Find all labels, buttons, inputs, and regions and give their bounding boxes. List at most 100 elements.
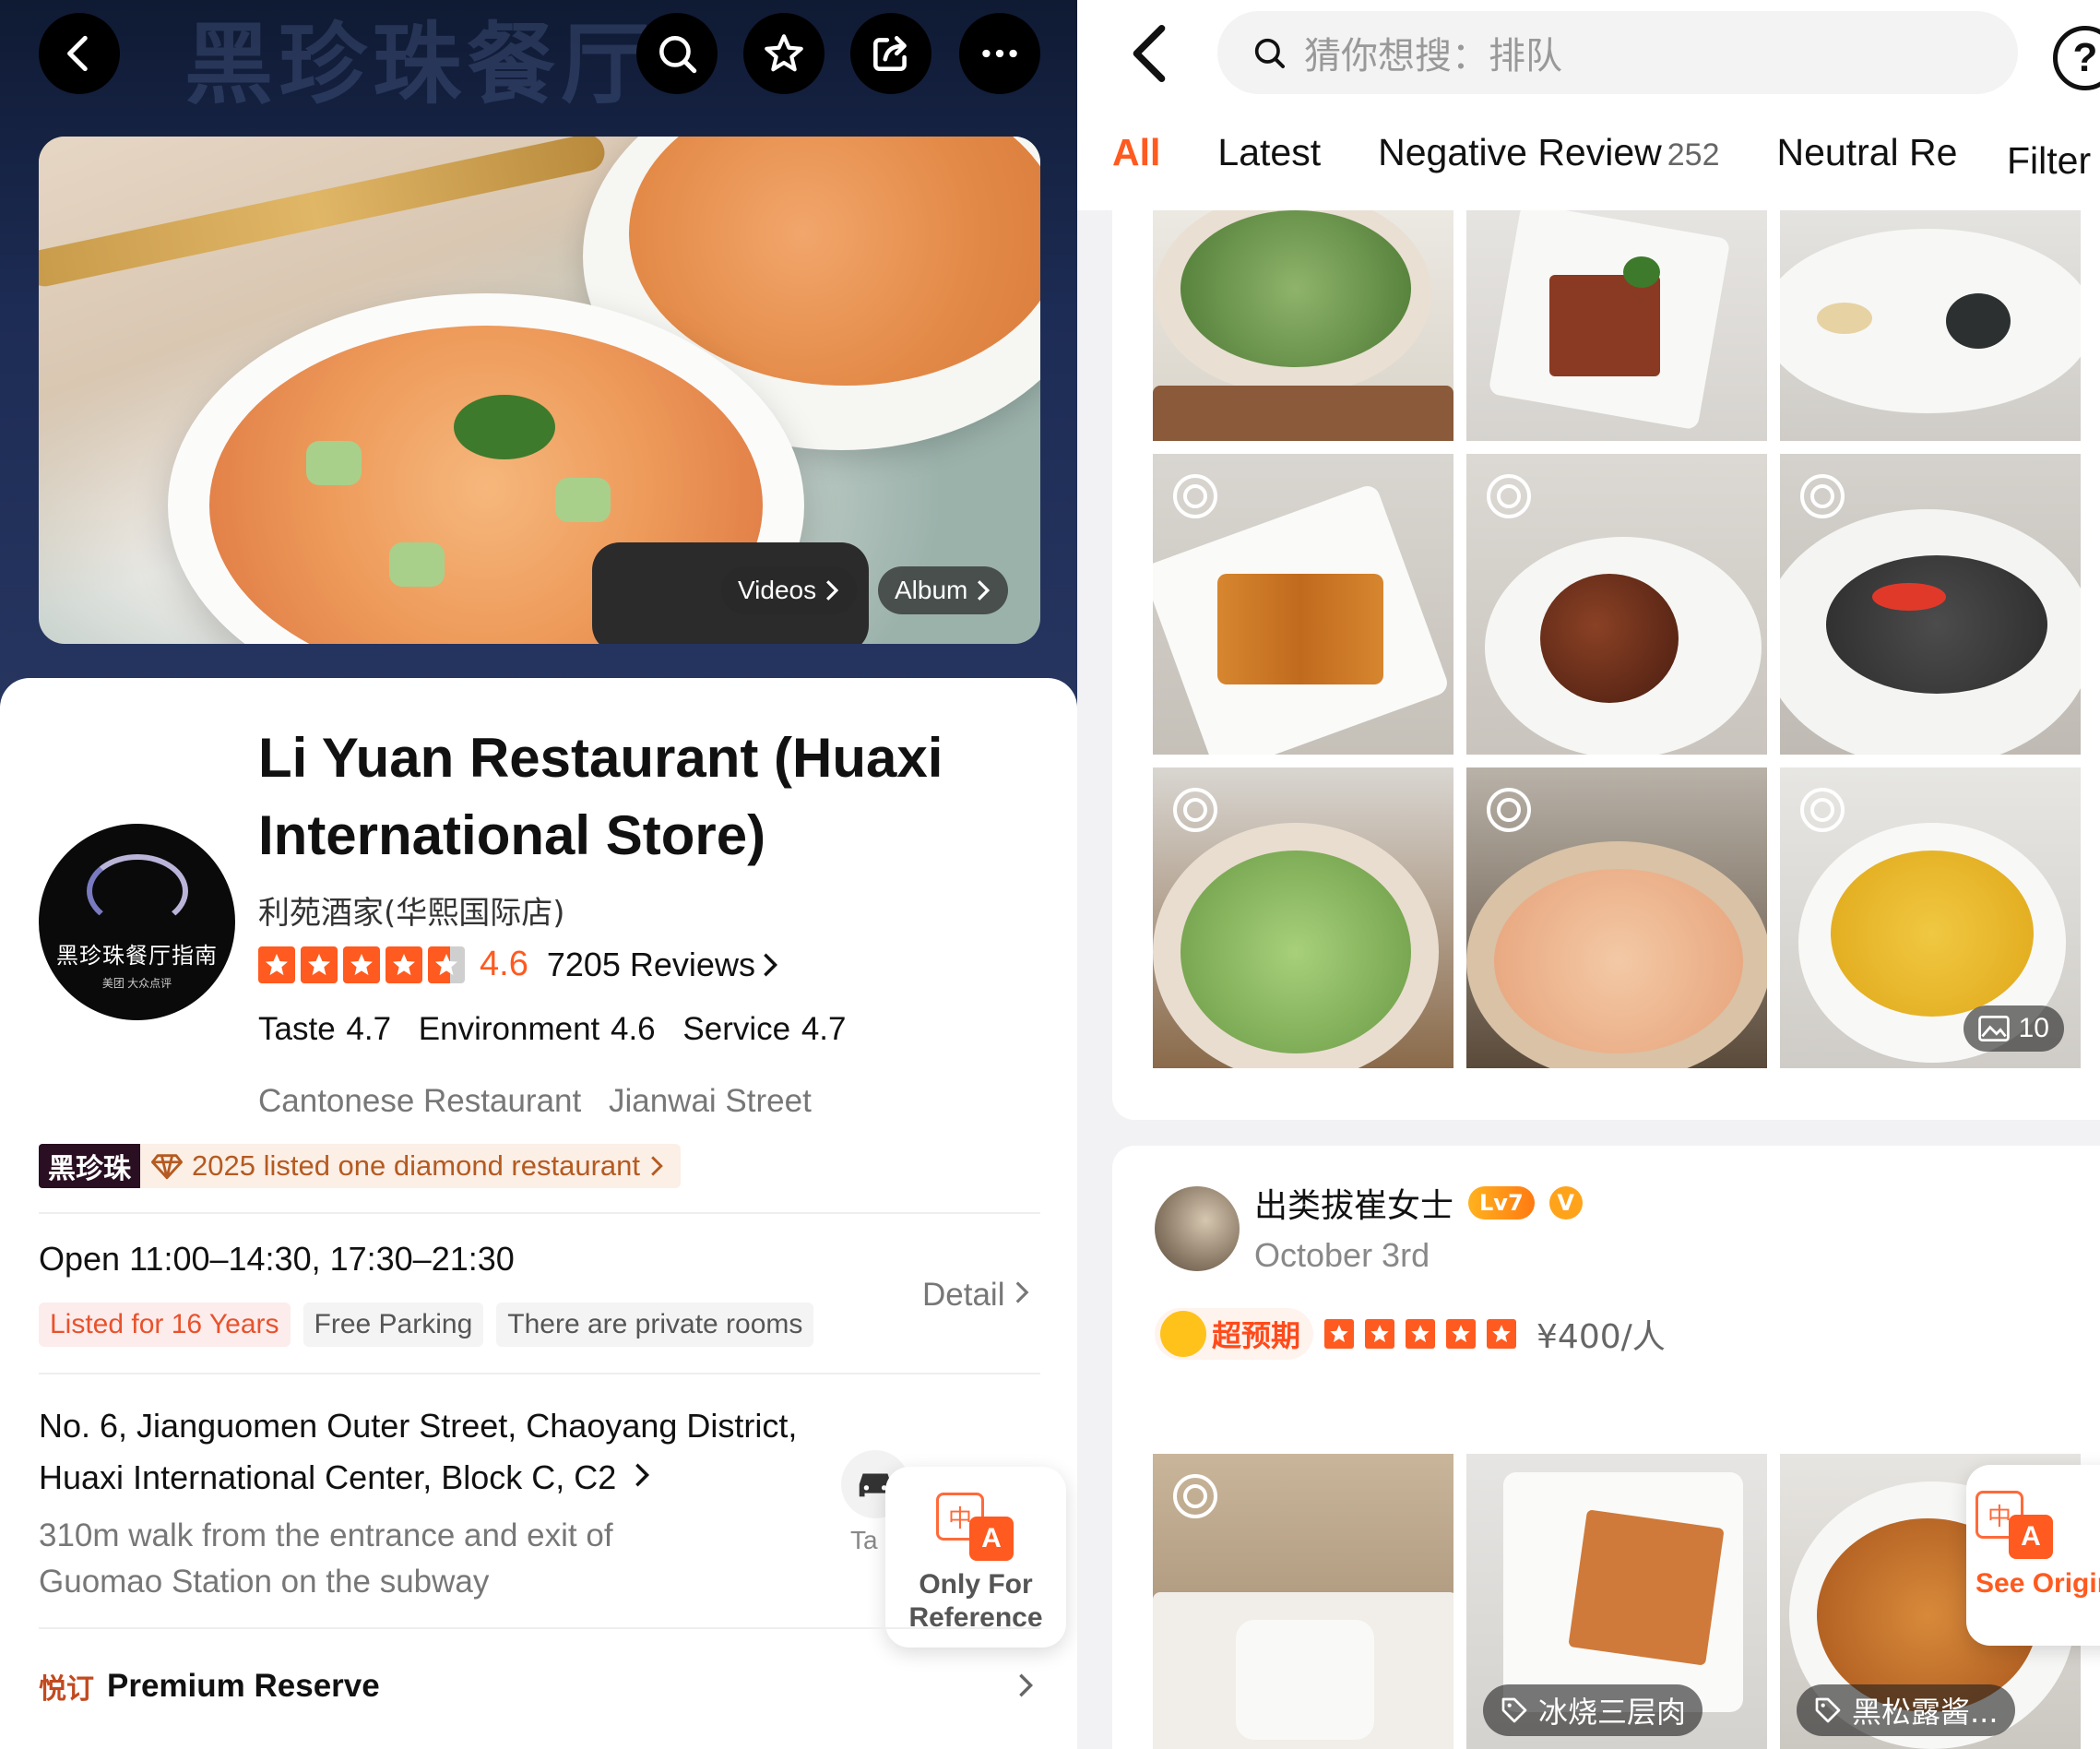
translate-icon: 中 A	[936, 1493, 1015, 1561]
level-badge: Lv7	[1468, 1186, 1535, 1220]
video-icon	[1800, 474, 1845, 518]
chevron-right-icon	[1015, 1281, 1029, 1303]
translate-icon: 中 A	[1975, 1491, 2055, 1559]
verified-badge: V	[1548, 1186, 1583, 1220]
tag-listed-years: Listed for 16 Years	[39, 1303, 291, 1347]
star-icon	[1406, 1319, 1436, 1349]
rating-row[interactable]: 4.6 7205 Reviews	[258, 945, 779, 984]
back-icon[interactable]	[1123, 22, 1175, 85]
divider	[39, 1212, 1040, 1214]
negative-review-count: 252	[1667, 137, 1720, 173]
chevron-right-icon[interactable]	[1016, 1672, 1035, 1699]
divider	[39, 1373, 1040, 1374]
see-original-popup[interactable]: 中 A See Original	[1966, 1465, 2100, 1646]
review-photo[interactable]	[1153, 210, 1453, 441]
logo-name: 黑珍珠餐厅指南	[56, 943, 218, 969]
star-icon	[1324, 1319, 1355, 1349]
black-pearl-badge[interactable]: 黑珍珠 2025 listed one diamond restaurant	[39, 1144, 681, 1188]
chevron-right-icon	[826, 580, 839, 601]
filter-button[interactable]: Filter	[1998, 116, 2100, 205]
logo-swirl-icon	[86, 853, 188, 928]
chevron-right-icon	[651, 1156, 663, 1176]
only-for-reference-text: Only For Reference	[908, 1569, 1043, 1633]
reviewer-name: 出类拔崔女士	[1254, 1187, 1454, 1225]
favorite-button[interactable]	[743, 13, 825, 94]
reviewer-name-row[interactable]: 出类拔崔女士 Lv7 V	[1254, 1179, 1583, 1227]
video-icon	[1173, 1474, 1217, 1518]
sub-scores: Taste 4.7 Environment 4.6 Service 4.7	[258, 1011, 862, 1048]
review-rating-row: 超预期 ¥400/人	[1155, 1308, 1666, 1360]
restaurant-chinese-name: 利苑酒家(华熙国际店)	[258, 895, 565, 932]
star-icon	[301, 946, 338, 983]
review-video[interactable]	[1466, 454, 1767, 755]
chevron-left-icon	[67, 35, 88, 72]
star-icon	[1487, 1319, 1517, 1349]
service-score: Service 4.7	[682, 1011, 847, 1047]
review-photo[interactable]	[1780, 210, 2081, 441]
review-video[interactable]	[1153, 454, 1453, 755]
hours-detail-link[interactable]: Detail	[922, 1277, 1030, 1314]
chevron-right-icon	[764, 953, 777, 976]
premium-reserve-label: Premium Reserve	[107, 1668, 380, 1704]
dish-tag[interactable]: 黑松露酱...	[1797, 1684, 2015, 1736]
chevron-right-icon	[978, 580, 991, 601]
surprised-face-icon	[1160, 1311, 1206, 1357]
taxi-label: Ta	[850, 1526, 878, 1554]
review-photo[interactable]	[1466, 210, 1767, 441]
photo-count-badge: 10	[1963, 1005, 2064, 1052]
address-link[interactable]: No. 6, Jianguomen Outer Street, Chaoyang…	[39, 1400, 804, 1504]
opening-hours: Open 11:00–14:30, 17:30–21:30	[39, 1240, 515, 1278]
image-icon	[1977, 1016, 2010, 1041]
star-half-icon	[428, 946, 465, 983]
taste-score: Taste 4.7	[258, 1011, 392, 1047]
star-icon	[1365, 1319, 1395, 1349]
more-button[interactable]	[959, 13, 1040, 94]
beyond-expectation-badge: 超预期	[1155, 1308, 1314, 1360]
video-icon	[1173, 474, 1217, 518]
restaurant-detail-panel: 黑珍珠餐厅 Videos Album 黑珍珠餐厅指南 美团 大众点评 Li Yu…	[0, 0, 1077, 1749]
videos-label: Videos	[738, 576, 817, 604]
review-video[interactable]: 10	[1780, 767, 2081, 1068]
tag-icon	[1501, 1697, 1527, 1723]
star-icon	[1446, 1319, 1477, 1349]
search-button[interactable]	[636, 13, 718, 94]
avatar[interactable]	[1155, 1186, 1240, 1271]
tab-negative-review[interactable]: Negative Review 252	[1378, 131, 1719, 174]
star-icon	[386, 946, 422, 983]
album-button[interactable]: Album	[878, 566, 1009, 614]
feature-tags: Listed for 16 Years Free Parking There a…	[39, 1303, 814, 1347]
videos-button[interactable]: Videos	[721, 566, 858, 614]
restaurant-title: Li Yuan Restaurant (Huaxi International …	[258, 727, 943, 866]
reviews-panel: 猜你想搜：排队 ? All Latest Negative Review 252 …	[1077, 0, 2100, 1749]
search-input[interactable]: 猜你想搜：排队	[1217, 11, 2018, 94]
translation-reference-popup[interactable]: 中 A Only For Reference	[885, 1467, 1066, 1648]
video-icon	[1487, 788, 1531, 832]
tab-neutral-review[interactable]: Neutral Re	[1776, 131, 1957, 174]
review-video[interactable]	[1153, 767, 1453, 1068]
tab-latest[interactable]: Latest	[1217, 131, 1321, 174]
share-button[interactable]	[850, 13, 931, 94]
back-button[interactable]	[39, 13, 120, 94]
walking-directions: 310m walk from the entrance and exit of …	[39, 1517, 613, 1600]
divider	[39, 1627, 1040, 1629]
tag-icon	[1815, 1697, 1841, 1723]
dish-tag[interactable]: 冰烧三层肉	[1483, 1684, 1703, 1736]
tab-all[interactable]: All	[1112, 131, 1160, 174]
review-photo[interactable]: 冰烧三层肉	[1466, 1454, 1767, 1749]
review-video[interactable]	[1153, 1454, 1453, 1749]
video-icon	[1173, 788, 1217, 832]
tag-private-rooms: There are private rooms	[496, 1303, 814, 1347]
price-per-person: ¥400/人	[1536, 1318, 1666, 1356]
chevron-right-icon	[635, 1463, 650, 1487]
search-icon	[659, 36, 697, 74]
review-tabs: All Latest Negative Review 252 Neutral Re	[1112, 131, 2014, 174]
more-dots-icon	[982, 49, 1017, 58]
restaurant-logo: 黑珍珠餐厅指南 美团 大众点评	[39, 824, 235, 1020]
premium-reserve-row[interactable]: 悦订 Premium Reserve	[39, 1666, 380, 1707]
review-video[interactable]	[1466, 767, 1767, 1068]
video-icon	[1487, 474, 1531, 518]
review-count: 7205 Reviews	[546, 945, 755, 983]
review-video[interactable]	[1780, 454, 2081, 755]
share-icon	[873, 36, 907, 71]
hero-photo[interactable]	[39, 137, 1040, 644]
